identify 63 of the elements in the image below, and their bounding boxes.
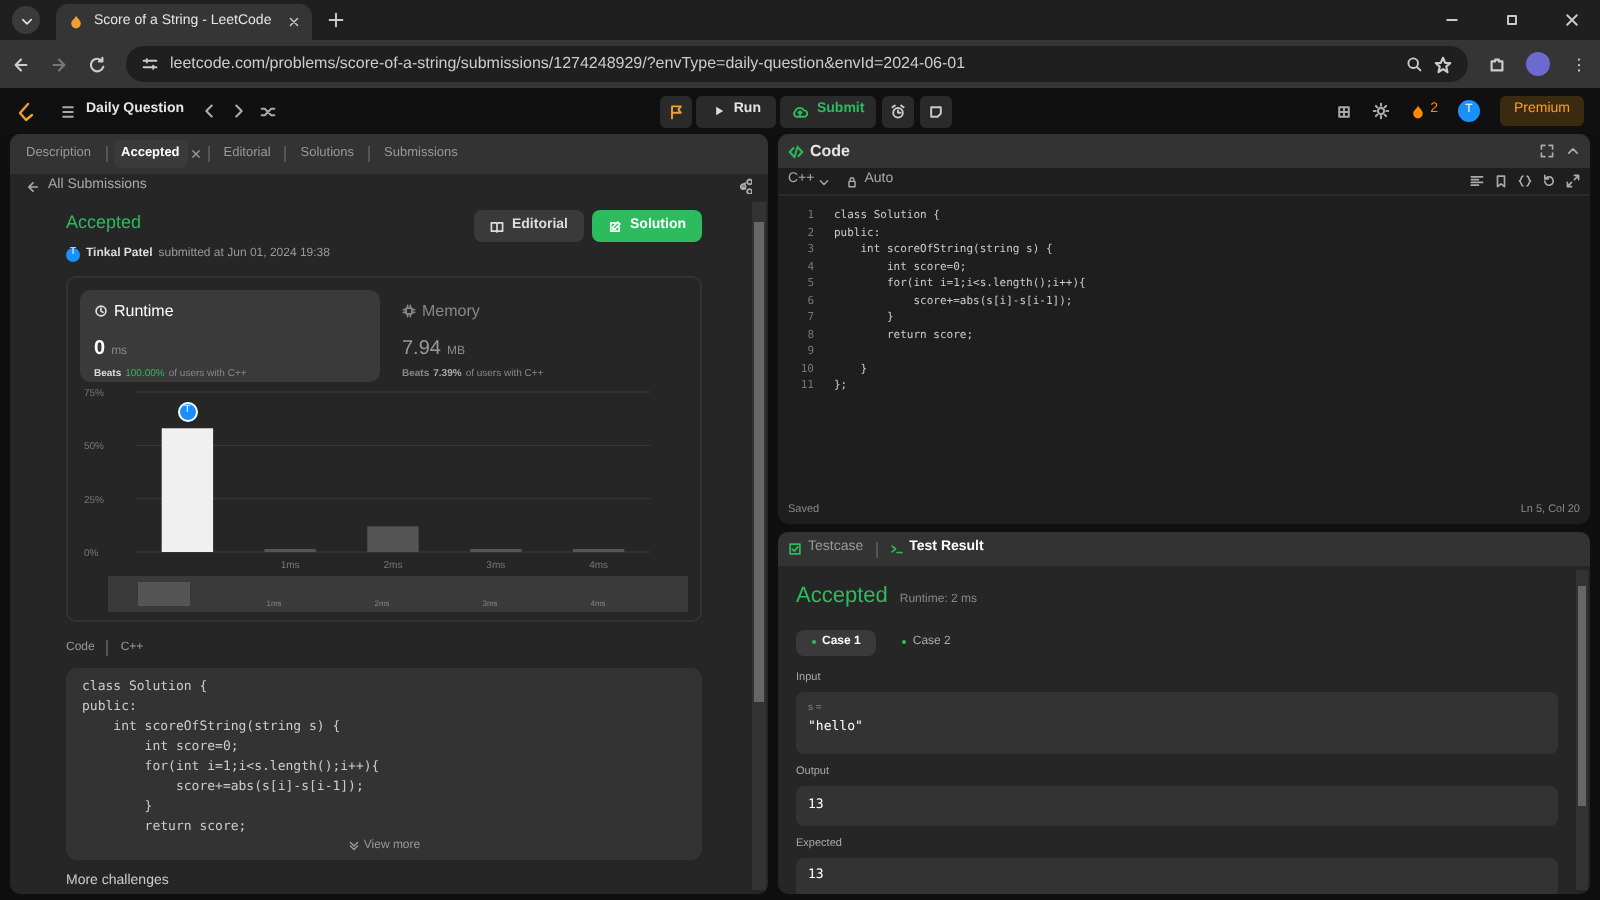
panel-title: Code <box>810 139 850 163</box>
cloud-upload-icon <box>792 103 809 119</box>
status-text: Accepted <box>796 582 888 612</box>
settings-icon[interactable] <box>1372 102 1391 120</box>
bar[interactable] <box>161 427 214 551</box>
back-arrow-icon[interactable] <box>26 179 40 193</box>
back-arrow-icon[interactable] <box>12 55 30 73</box>
close-icon[interactable] <box>189 148 202 160</box>
stat-label: Runtime <box>114 299 174 323</box>
new-tab-icon[interactable] <box>328 12 344 28</box>
flame-logo-icon[interactable] <box>16 101 36 121</box>
previous-icon[interactable] <box>200 102 219 120</box>
lock-icon <box>846 175 859 187</box>
alarm-icon <box>890 103 907 119</box>
address-bar[interactable]: leetcode.com/problems/score-of-a-string/submissions/1274248929/?envType=daily-question&envId=2024-06-01 <box>126 46 1468 82</box>
shuffle-icon[interactable] <box>260 103 277 119</box>
bookmark-icon[interactable] <box>1494 174 1508 188</box>
clock-icon <box>94 304 108 318</box>
layout-icon[interactable] <box>1336 103 1353 119</box>
close-icon[interactable] <box>1564 12 1580 28</box>
edit-icon <box>608 219 622 233</box>
terminal-icon <box>889 542 904 556</box>
caret-icon <box>19 13 33 27</box>
debug-button[interactable] <box>659 95 692 127</box>
overview-bar <box>138 581 190 605</box>
star-icon[interactable] <box>1434 55 1452 73</box>
reset-icon[interactable] <box>1542 174 1556 188</box>
zoom-icon[interactable] <box>1406 56 1422 72</box>
scrollbar[interactable] <box>752 202 766 890</box>
note-button[interactable] <box>920 95 953 127</box>
format-icon[interactable] <box>1470 174 1484 188</box>
flame-logo-icon <box>68 14 84 30</box>
alarm-button[interactable] <box>882 95 915 127</box>
forward-arrow-icon[interactable] <box>50 55 68 73</box>
fullscreen-icon[interactable] <box>1540 144 1554 158</box>
book-icon <box>489 219 504 233</box>
checkbox-icon <box>788 542 802 556</box>
play-icon <box>711 104 726 118</box>
code-icon <box>788 143 804 159</box>
braces-icon[interactable] <box>1518 174 1532 188</box>
extensions-icon[interactable] <box>1488 55 1506 73</box>
tab-list-button[interactable] <box>12 6 40 34</box>
restore-icon[interactable] <box>1504 12 1520 28</box>
site-info-icon <box>142 56 158 72</box>
caret-icon <box>818 175 831 187</box>
stat-value: 7.94 <box>402 335 441 363</box>
chip-icon <box>402 304 416 318</box>
flag-icon <box>667 103 684 119</box>
next-icon[interactable] <box>230 102 249 120</box>
stat-value: 0 <box>94 335 106 363</box>
list-icon[interactable] <box>60 103 76 119</box>
note-icon <box>928 103 945 119</box>
scrollbar[interactable] <box>1576 570 1588 890</box>
reload-icon[interactable] <box>88 55 106 73</box>
fire-icon <box>1410 103 1427 119</box>
profile-avatar[interactable] <box>1526 52 1550 76</box>
stat-label: Memory <box>422 299 480 323</box>
share-icon[interactable] <box>736 178 752 194</box>
double-chevron-icon <box>347 840 360 852</box>
collapse-icon[interactable] <box>1566 144 1580 158</box>
close-icon[interactable] <box>288 16 300 28</box>
status-text: Accepted <box>66 210 144 236</box>
expand-icon[interactable] <box>1566 174 1580 188</box>
